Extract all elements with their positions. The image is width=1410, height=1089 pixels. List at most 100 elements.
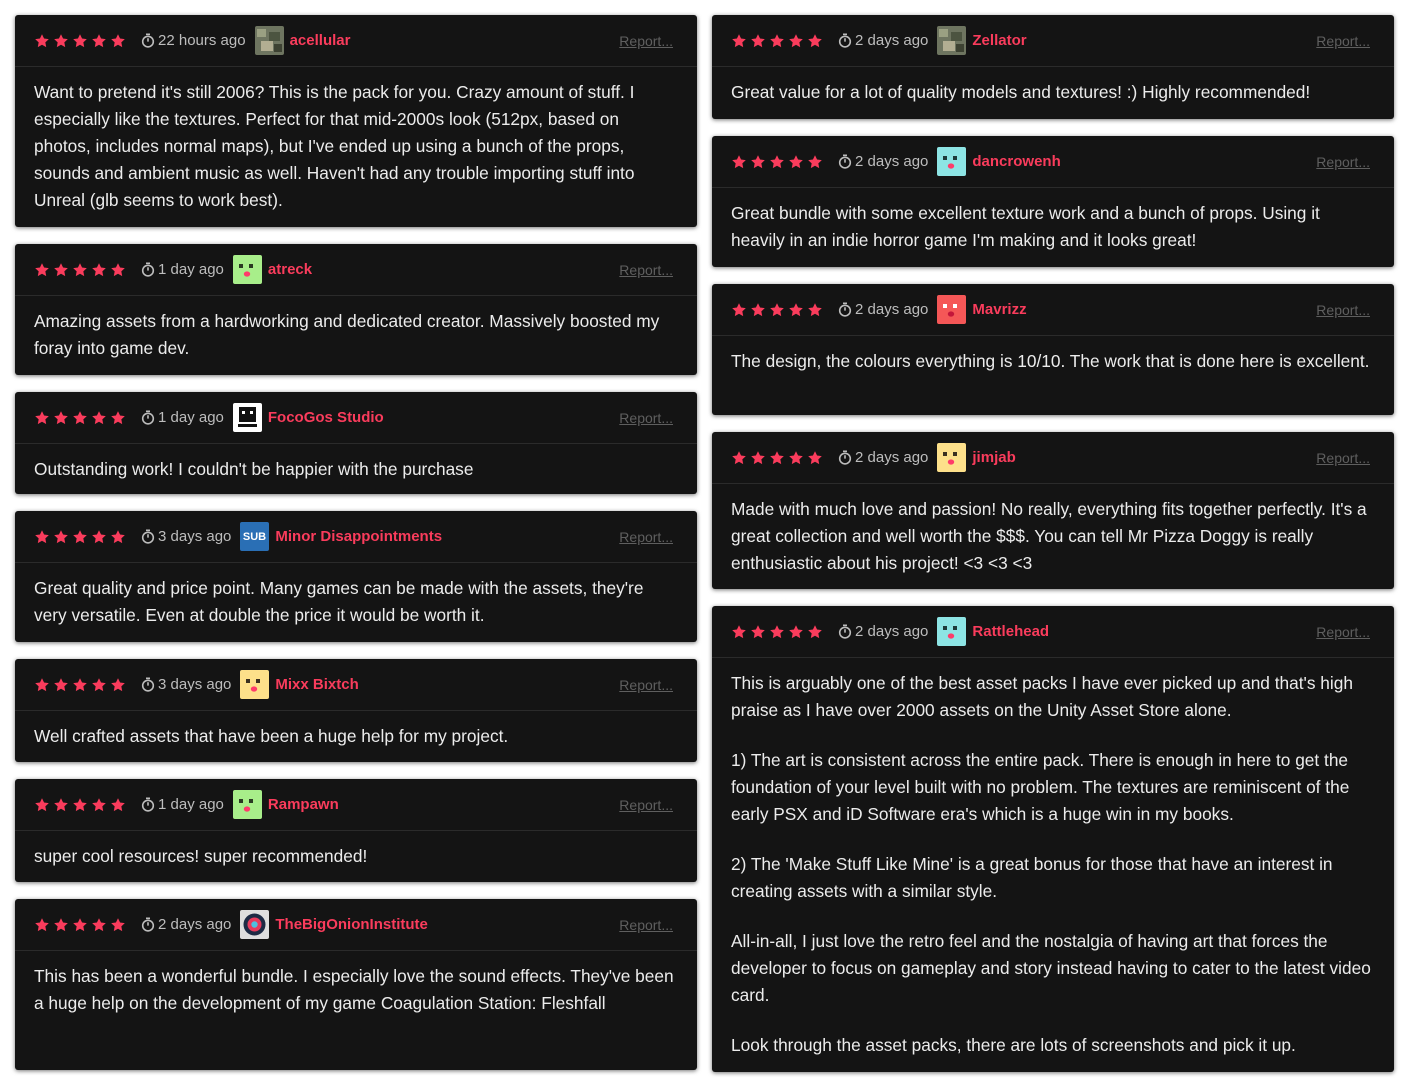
star-icon <box>91 262 107 278</box>
star-icon <box>72 33 88 49</box>
onion-logo-avatar[interactable] <box>240 910 270 939</box>
review-card: 2 days ago jimjab Report... Made with much … <box>712 432 1394 589</box>
review-header: 22 hours ago acellular Report... <box>15 15 697 67</box>
cyan-face-avatar[interactable] <box>937 617 967 646</box>
report-link[interactable]: Report... <box>619 410 673 426</box>
cyan-face-avatar[interactable] <box>937 147 967 176</box>
review-card: 3 days ago Mixx Bixtch Report... Well craft… <box>15 659 697 762</box>
report-link[interactable]: Report... <box>619 917 673 933</box>
review-body: This has been a wonderful bundle. I espe… <box>15 951 697 1028</box>
report-link[interactable]: Report... <box>1316 302 1370 318</box>
review-card: 1 day ago FocoGos Studio Report... Outstand… <box>15 392 697 494</box>
review-body: Want to pretend it's still 2006? This is… <box>15 67 697 225</box>
star-rating <box>731 450 823 466</box>
star-rating <box>34 410 126 426</box>
reviewer-name-link[interactable]: Minor Disappointments <box>275 528 442 545</box>
review-card: 1 day ago atreck Report... Amazing assets f… <box>15 244 697 375</box>
star-icon <box>110 33 126 49</box>
star-icon <box>769 33 785 49</box>
star-icon <box>769 154 785 170</box>
red-face-avatar[interactable] <box>937 295 967 324</box>
reviewer-name-link[interactable]: Zellator <box>972 32 1026 49</box>
reviewer-name-link[interactable]: TheBigOnionInstitute <box>275 916 427 933</box>
review-paragraph: This has been a wonderful bundle. I espe… <box>34 966 674 1013</box>
star-icon <box>769 302 785 318</box>
star-icon <box>34 797 50 813</box>
reviewer-name-link[interactable]: FocoGos Studio <box>268 409 384 426</box>
review-timestamp: 1 day ago <box>141 409 224 426</box>
reviewer-name-link[interactable]: atreck <box>268 261 312 278</box>
report-link[interactable]: Report... <box>1316 450 1370 466</box>
report-link[interactable]: Report... <box>619 529 673 545</box>
reviewer-name-link[interactable]: jimjab <box>972 449 1015 466</box>
clock-icon <box>838 33 855 48</box>
yellow-face-avatar[interactable] <box>937 443 967 472</box>
star-icon <box>53 262 69 278</box>
star-icon <box>53 33 69 49</box>
timestamp-text: 2 days ago <box>855 153 929 170</box>
star-icon <box>110 410 126 426</box>
review-column-right: 2 days ago Zellator Report... Great value f… <box>712 15 1394 1089</box>
clock-icon <box>838 624 855 639</box>
review-header: 3 days ago SUB Minor Disappointments Report… <box>15 511 697 563</box>
report-link[interactable]: Report... <box>1316 624 1370 640</box>
star-icon <box>731 302 747 318</box>
review-paragraph: Great quality and price point. Many game… <box>34 578 644 625</box>
reviewer-name-link[interactable]: acellular <box>290 32 351 49</box>
report-link[interactable]: Report... <box>619 33 673 49</box>
green-face-avatar[interactable] <box>232 255 262 284</box>
report-link[interactable]: Report... <box>619 677 673 693</box>
star-icon <box>34 529 50 545</box>
review-body: Made with much love and passion! No real… <box>712 484 1394 588</box>
review-body: Great bundle with some excellent texture… <box>712 188 1394 265</box>
clock-icon <box>141 677 158 692</box>
timestamp-text: 2 days ago <box>158 916 232 933</box>
report-link[interactable]: Report... <box>1316 154 1370 170</box>
clock-icon <box>141 33 158 48</box>
star-icon <box>807 450 823 466</box>
report-link[interactable]: Report... <box>619 262 673 278</box>
star-icon <box>72 262 88 278</box>
star-rating <box>731 624 823 640</box>
reviewer-name-link[interactable]: Rampawn <box>268 796 339 813</box>
svg-text:SUB: SUB <box>243 531 266 543</box>
star-icon <box>34 33 50 49</box>
star-icon <box>750 154 766 170</box>
review-paragraph: Look through the asset packs, there are … <box>731 1035 1296 1055</box>
star-icon <box>110 797 126 813</box>
star-icon <box>807 624 823 640</box>
review-paragraph: Outstanding work! I couldn't be happier … <box>34 459 474 479</box>
star-rating <box>34 797 126 813</box>
star-icon <box>110 529 126 545</box>
reviewer-name-link[interactable]: dancrowenh <box>972 153 1060 170</box>
review-header: 1 day ago Rampawn Report... <box>15 779 697 831</box>
photo-avatar[interactable] <box>937 26 967 55</box>
star-icon <box>807 302 823 318</box>
star-rating <box>731 33 823 49</box>
star-icon <box>72 677 88 693</box>
sub-logo-avatar[interactable]: SUB <box>240 522 270 551</box>
star-icon <box>788 450 804 466</box>
review-body: Great value for a lot of quality models … <box>712 67 1394 117</box>
star-icon <box>750 450 766 466</box>
review-paragraph: Want to pretend it's still 2006? This is… <box>34 82 635 210</box>
reviewer-name-link[interactable]: Mavrizz <box>972 301 1026 318</box>
reviewer-name-link[interactable]: Rattlehead <box>972 623 1049 640</box>
review-paragraph: Well crafted assets that have been a hug… <box>34 726 509 746</box>
timestamp-text: 22 hours ago <box>158 32 246 49</box>
report-link[interactable]: Report... <box>619 797 673 813</box>
review-card: 22 hours ago acellular Report... Want to pr… <box>15 15 697 227</box>
star-icon <box>750 624 766 640</box>
star-icon <box>731 450 747 466</box>
review-paragraph: All-in-all, I just love the retro feel a… <box>731 931 1371 1005</box>
yellow-face-avatar[interactable] <box>240 670 270 699</box>
star-icon <box>91 677 107 693</box>
studio-logo-avatar[interactable] <box>232 403 262 432</box>
reviewer-name-link[interactable]: Mixx Bixtch <box>275 676 358 693</box>
review-timestamp: 1 day ago <box>141 796 224 813</box>
review-timestamp: 3 days ago <box>141 528 231 545</box>
green-face-avatar[interactable] <box>232 790 262 819</box>
report-link[interactable]: Report... <box>1316 33 1370 49</box>
photo-avatar[interactable] <box>254 26 284 55</box>
star-icon <box>807 154 823 170</box>
